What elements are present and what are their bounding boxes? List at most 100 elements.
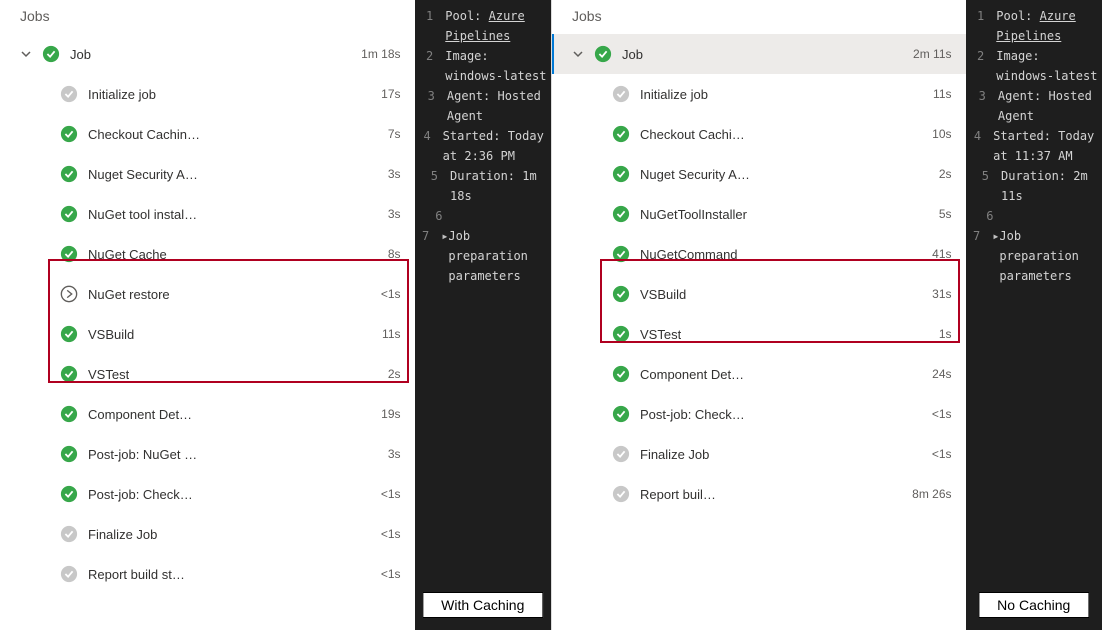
status-done-icon bbox=[60, 565, 78, 583]
step-row[interactable]: VSTest 1s bbox=[552, 314, 966, 354]
log-line: 1Pool: Azure Pipelines bbox=[966, 6, 1102, 46]
step-duration: 11s bbox=[382, 327, 400, 341]
step-name: Checkout Cachin… bbox=[88, 127, 200, 142]
step-duration: 31s bbox=[932, 287, 951, 301]
chevron-down-icon bbox=[572, 48, 584, 60]
step-row[interactable]: Component Det… 24s bbox=[552, 354, 966, 394]
step-duration: 2s bbox=[939, 167, 952, 181]
log-line: 3Agent: Hosted Agent bbox=[415, 86, 552, 126]
status-done-icon bbox=[60, 525, 78, 543]
step-name: Report buil… bbox=[640, 487, 716, 502]
step-row[interactable]: Nuget Security A…3s bbox=[0, 154, 415, 194]
step-duration: <1s bbox=[381, 487, 401, 501]
step-row[interactable]: Initialize job17s bbox=[0, 74, 415, 114]
step-name: VSBuild bbox=[88, 327, 134, 342]
status-done-icon bbox=[612, 85, 630, 103]
step-row[interactable]: Report buil… 8m 26s bbox=[552, 474, 966, 514]
status-done-icon bbox=[612, 445, 630, 463]
status-success-icon bbox=[612, 245, 630, 263]
status-done-icon bbox=[60, 85, 78, 103]
step-duration: 7s bbox=[388, 127, 401, 141]
step-duration: 41s bbox=[932, 247, 951, 261]
step-row[interactable]: VSTest2s bbox=[0, 354, 415, 394]
log-panel-right: 1Pool: Azure Pipelines 2Image: windows-l… bbox=[966, 0, 1102, 630]
step-duration: 8m 26s bbox=[912, 487, 951, 501]
step-name: Component Det… bbox=[88, 407, 192, 422]
step-duration: 5s bbox=[939, 207, 952, 221]
log-line: 1Pool: Azure Pipelines bbox=[415, 6, 552, 46]
step-name: NuGetToolInstaller bbox=[640, 207, 747, 222]
log-line: 5Duration: 2m 11s bbox=[966, 166, 1102, 206]
step-row[interactable]: VSBuild31s bbox=[552, 274, 966, 314]
chevron-down-icon bbox=[20, 48, 32, 60]
step-duration: <1s bbox=[932, 407, 952, 421]
step-row[interactable]: Initialize job11s bbox=[552, 74, 966, 114]
status-done-icon bbox=[612, 485, 630, 503]
status-success-icon bbox=[42, 45, 60, 63]
step-row[interactable]: Nuget Security A…2s bbox=[552, 154, 966, 194]
step-duration: 10s bbox=[932, 127, 951, 141]
step-name: Post-job: NuGet … bbox=[88, 447, 197, 462]
step-name: Nuget Security A… bbox=[88, 167, 198, 182]
left-half: Jobs Job 1m 18s Initialize job17sCheckou… bbox=[0, 0, 551, 630]
job-title: Job bbox=[70, 47, 91, 62]
step-name: Post-job: Check… bbox=[88, 487, 193, 502]
step-name: Initialize job bbox=[640, 87, 708, 102]
step-row[interactable]: Report build st… <1s bbox=[0, 554, 415, 594]
log-line-expand[interactable]: 7▸Job preparation parameters bbox=[415, 226, 552, 286]
step-name: Initialize job bbox=[88, 87, 156, 102]
status-success-icon bbox=[60, 125, 78, 143]
status-success-icon bbox=[594, 45, 612, 63]
step-row[interactable]: Post-job: NuGet … 3s bbox=[0, 434, 415, 474]
step-row[interactable]: NuGet Cache8s bbox=[0, 234, 415, 274]
step-row[interactable]: Checkout Cachi… 10s bbox=[552, 114, 966, 154]
job-row[interactable]: Job 1m 18s bbox=[0, 34, 415, 74]
step-row[interactable]: VSBuild 11s bbox=[0, 314, 415, 354]
job-row[interactable]: Job 2m 11s bbox=[552, 34, 966, 74]
step-row[interactable]: NuGet restore <1s bbox=[0, 274, 415, 314]
step-row[interactable]: Post-job: Check…<1s bbox=[552, 394, 966, 434]
step-row[interactable]: NuGet tool instal…3s bbox=[0, 194, 415, 234]
step-name: NuGetCommand bbox=[640, 247, 738, 262]
step-name: NuGet restore bbox=[88, 287, 170, 302]
step-duration: 19s bbox=[381, 407, 400, 421]
job-duration: 1m 18s bbox=[361, 47, 400, 61]
step-name: NuGet Cache bbox=[88, 247, 167, 262]
step-name: Finalize Job bbox=[640, 447, 709, 462]
steps-list: Initialize job11s Checkout Cachi… 10s Nuget… bbox=[552, 74, 966, 514]
step-row[interactable]: Component Det… 19s bbox=[0, 394, 415, 434]
step-row[interactable]: NuGetToolInstaller 5s bbox=[552, 194, 966, 234]
step-duration: <1s bbox=[932, 447, 952, 461]
step-duration: 1s bbox=[939, 327, 952, 341]
log-line: 6 bbox=[966, 206, 1102, 226]
step-duration: 3s bbox=[388, 447, 401, 461]
step-row[interactable]: Finalize Job<1s bbox=[0, 514, 415, 554]
status-success-icon bbox=[612, 125, 630, 143]
log-panel-left: 1Pool: Azure Pipelines 2Image: windows-l… bbox=[415, 0, 552, 630]
step-name: Checkout Cachi… bbox=[640, 127, 745, 142]
status-success-icon bbox=[612, 325, 630, 343]
step-duration: 24s bbox=[932, 367, 951, 381]
status-success-icon bbox=[60, 245, 78, 263]
step-row[interactable]: NuGetCommand 41s bbox=[552, 234, 966, 274]
step-name: Finalize Job bbox=[88, 527, 157, 542]
caption-right: No Caching bbox=[978, 592, 1089, 618]
step-row[interactable]: Checkout Cachin… 7s bbox=[0, 114, 415, 154]
log-line: 4Started: Today at 11:37 AM bbox=[966, 126, 1102, 166]
step-duration: 3s bbox=[388, 207, 401, 221]
step-row[interactable]: Finalize Job <1s bbox=[552, 434, 966, 474]
status-success-icon bbox=[612, 365, 630, 383]
status-success-icon bbox=[612, 205, 630, 223]
step-row[interactable]: Post-job: Check… <1s bbox=[0, 474, 415, 514]
step-duration: <1s bbox=[381, 567, 401, 581]
step-name: VSTest bbox=[640, 327, 681, 342]
log-line-expand[interactable]: 7▸Job preparation parameters bbox=[966, 226, 1102, 286]
jobs-heading: Jobs bbox=[552, 0, 966, 34]
log-line: 4Started: Today at 2:36 PM bbox=[415, 126, 552, 166]
step-duration: <1s bbox=[381, 287, 401, 301]
log-line: 6 bbox=[415, 206, 552, 226]
log-line: 2Image: windows-latest bbox=[415, 46, 552, 86]
status-skipped-icon bbox=[60, 285, 78, 303]
step-name: Report build st… bbox=[88, 567, 185, 582]
step-name: Component Det… bbox=[640, 367, 744, 382]
